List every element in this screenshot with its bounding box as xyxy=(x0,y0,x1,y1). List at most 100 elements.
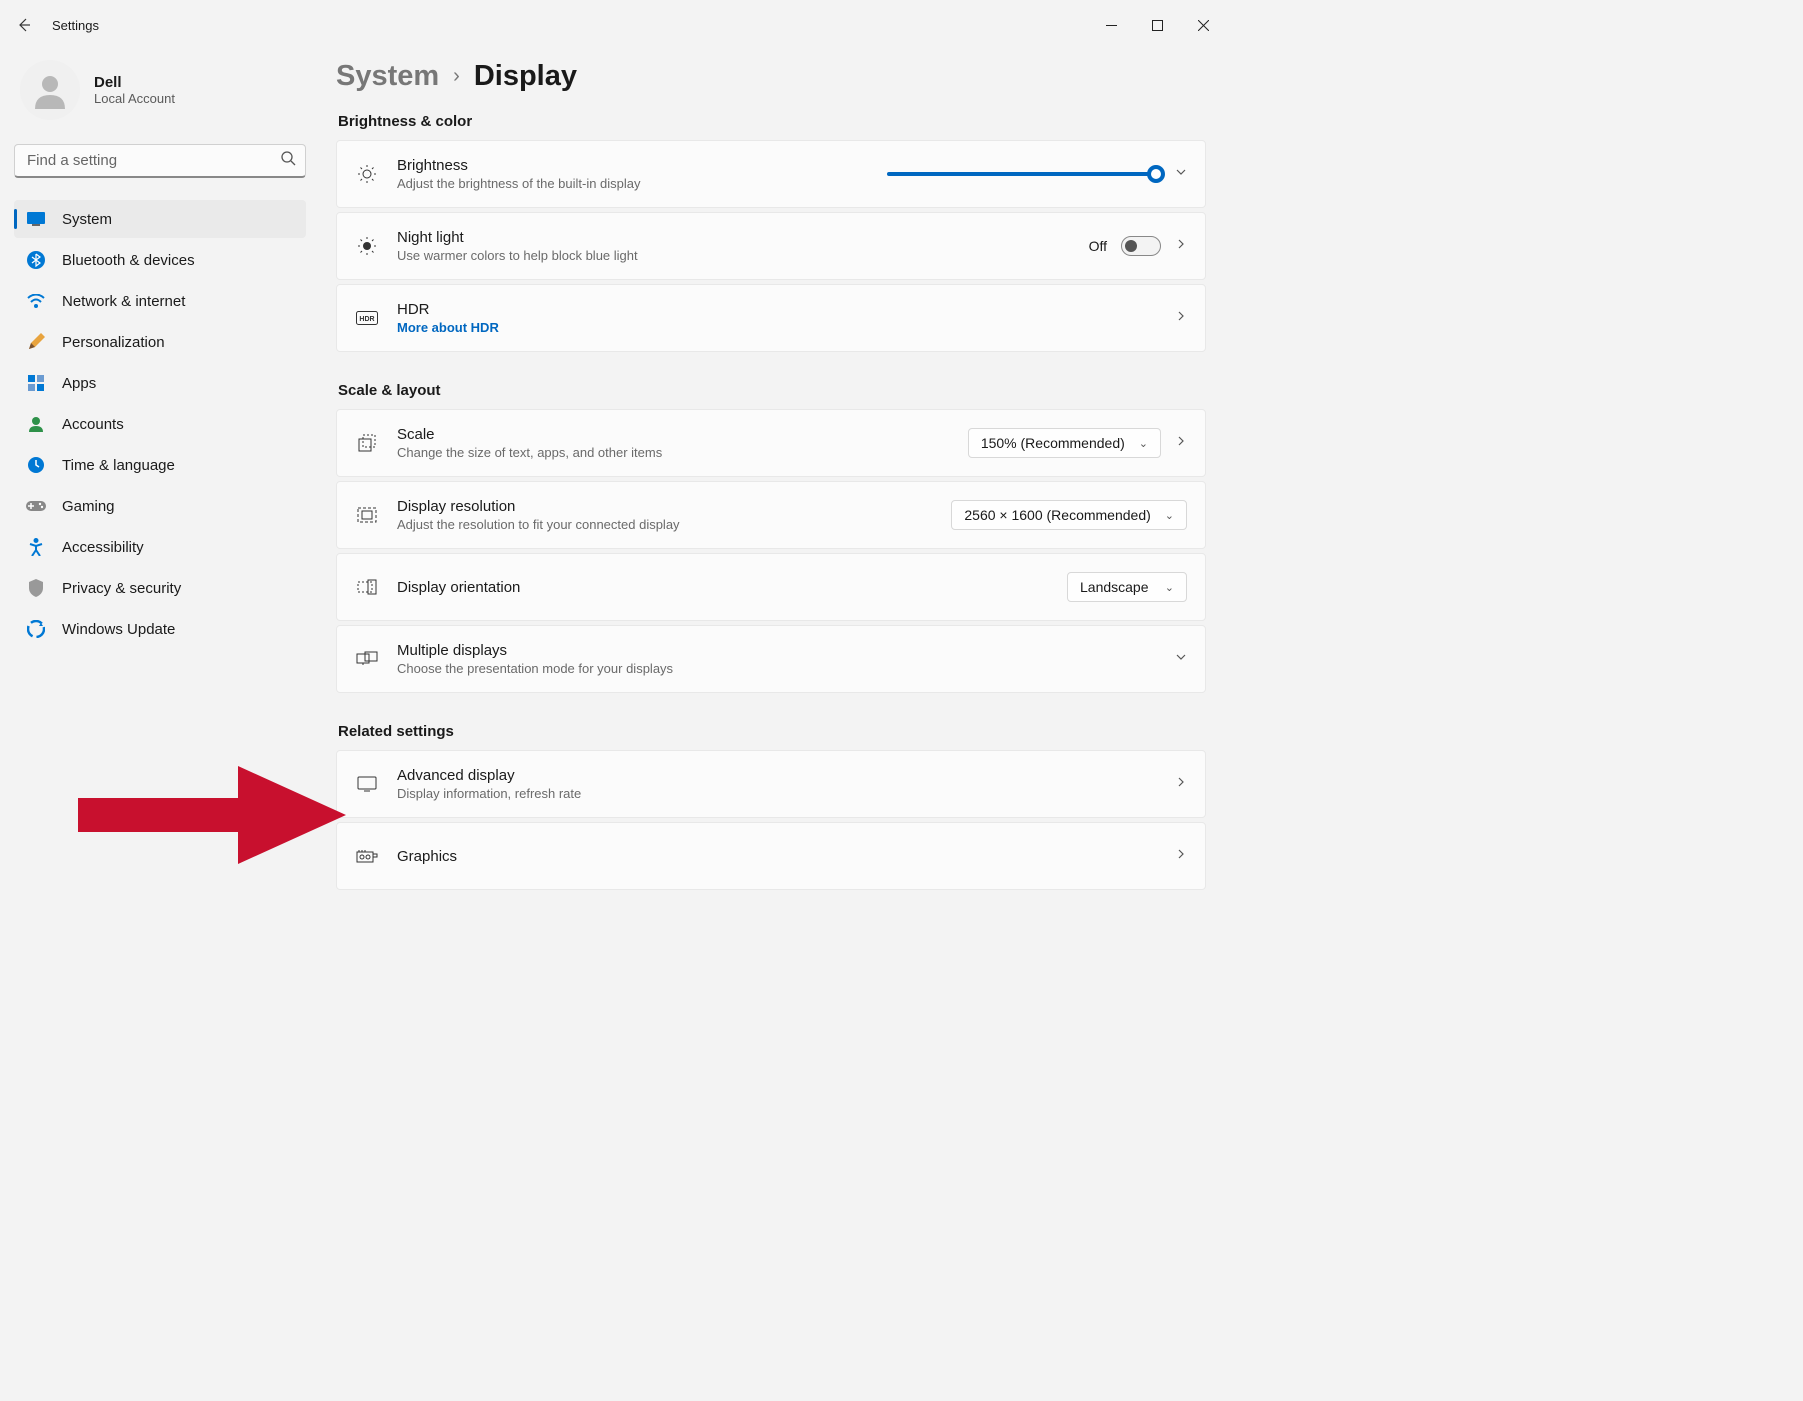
sidebar-item-label: Accounts xyxy=(62,416,124,433)
sidebar-item-accounts[interactable]: Accounts xyxy=(14,405,306,443)
card-title: Scale xyxy=(397,426,950,443)
sidebar-item-bluetooth[interactable]: Bluetooth & devices xyxy=(14,241,306,279)
multiple-displays-icon xyxy=(355,651,379,667)
card-title: Display resolution xyxy=(397,498,933,515)
personalization-icon xyxy=(26,332,46,352)
sidebar-item-label: Windows Update xyxy=(62,621,175,638)
sidebar-item-apps[interactable]: Apps xyxy=(14,364,306,402)
sidebar-item-personalization[interactable]: Personalization xyxy=(14,323,306,361)
section-title-brightness: Brightness & color xyxy=(338,113,1206,130)
night-light-toggle[interactable] xyxy=(1121,236,1161,256)
window-title: Settings xyxy=(52,18,99,33)
card-graphics[interactable]: Graphics xyxy=(336,822,1206,890)
chevron-right-icon[interactable] xyxy=(1175,775,1187,793)
titlebar: Settings xyxy=(0,0,1232,50)
toggle-state-label: Off xyxy=(1089,238,1107,254)
card-title: Multiple displays xyxy=(397,642,1157,659)
chevron-right-icon[interactable] xyxy=(1175,434,1187,452)
card-subtitle: Adjust the brightness of the built-in di… xyxy=(397,176,869,191)
person-icon xyxy=(29,69,71,111)
chevron-down-icon[interactable] xyxy=(1175,650,1187,668)
accessibility-icon xyxy=(26,537,46,557)
resolution-icon xyxy=(355,507,379,523)
card-title: Graphics xyxy=(397,848,1157,865)
sidebar-item-label: Privacy & security xyxy=(62,580,181,597)
accounts-icon xyxy=(26,414,46,434)
sidebar-item-label: Accessibility xyxy=(62,539,144,556)
card-night-light[interactable]: Night light Use warmer colors to help bl… xyxy=(336,212,1206,280)
hdr-link[interactable]: More about HDR xyxy=(397,320,1157,335)
gaming-icon xyxy=(26,496,46,516)
sidebar-item-label: Apps xyxy=(62,375,96,392)
user-block[interactable]: Dell Local Account xyxy=(14,50,306,144)
card-subtitle: Display information, refresh rate xyxy=(397,786,1157,801)
chevron-right-icon[interactable] xyxy=(1175,847,1187,865)
sidebar-item-label: Gaming xyxy=(62,498,115,515)
sidebar-item-label: Personalization xyxy=(62,334,165,351)
card-title: HDR xyxy=(397,301,1157,318)
orientation-dropdown[interactable]: Landscape ⌄ xyxy=(1067,572,1187,602)
chevron-right-icon[interactable] xyxy=(1175,309,1187,327)
sidebar-item-accessibility[interactable]: Accessibility xyxy=(14,528,306,566)
resolution-dropdown[interactable]: 2560 × 1600 (Recommended) ⌄ xyxy=(951,500,1187,530)
minimize-icon xyxy=(1106,20,1117,31)
search-input[interactable] xyxy=(14,144,306,178)
sidebar-item-label: Time & language xyxy=(62,457,175,474)
card-group-brightness: Brightness Adjust the brightness of the … xyxy=(336,140,1206,352)
monitor-icon xyxy=(355,776,379,792)
hdr-icon: HDR xyxy=(355,311,379,325)
card-subtitle: Use warmer colors to help block blue lig… xyxy=(397,248,1071,263)
sidebar-item-network[interactable]: Network & internet xyxy=(14,282,306,320)
maximize-button[interactable] xyxy=(1134,9,1180,41)
sidebar-item-system[interactable]: System xyxy=(14,200,306,238)
card-scale[interactable]: Scale Change the size of text, apps, and… xyxy=(336,409,1206,477)
chevron-right-icon[interactable] xyxy=(1175,237,1187,255)
avatar xyxy=(20,60,80,120)
brightness-slider[interactable] xyxy=(887,172,1157,176)
minimize-button[interactable] xyxy=(1088,9,1134,41)
search-box xyxy=(14,144,306,178)
breadcrumb-parent[interactable]: System xyxy=(336,60,439,93)
svg-text:HDR: HDR xyxy=(359,316,374,323)
back-button[interactable] xyxy=(6,7,42,43)
content: System › Display Brightness & color Brig… xyxy=(320,50,1232,958)
breadcrumb-current: Display xyxy=(474,60,577,93)
card-title: Advanced display xyxy=(397,767,1157,784)
chevron-down-icon[interactable] xyxy=(1175,165,1187,183)
graphics-icon xyxy=(355,849,379,863)
card-subtitle: Adjust the resolution to fit your connec… xyxy=(397,517,933,532)
close-button[interactable] xyxy=(1180,9,1226,41)
sidebar-item-privacy[interactable]: Privacy & security xyxy=(14,569,306,607)
breadcrumb: System › Display xyxy=(336,60,1206,93)
scale-dropdown[interactable]: 150% (Recommended) ⌄ xyxy=(968,428,1161,458)
brightness-icon xyxy=(355,164,379,184)
card-advanced-display[interactable]: Advanced display Display information, re… xyxy=(336,750,1206,818)
card-resolution[interactable]: Display resolution Adjust the resolution… xyxy=(336,481,1206,549)
card-brightness[interactable]: Brightness Adjust the brightness of the … xyxy=(336,140,1206,208)
card-subtitle: Change the size of text, apps, and other… xyxy=(397,445,950,460)
slider-thumb[interactable] xyxy=(1147,165,1165,183)
user-type: Local Account xyxy=(94,91,175,106)
network-icon xyxy=(26,291,46,311)
card-orientation[interactable]: Display orientation Landscape ⌄ xyxy=(336,553,1206,621)
chevron-down-icon: ⌄ xyxy=(1139,437,1148,450)
dropdown-value: Landscape xyxy=(1080,579,1149,595)
sidebar-item-update[interactable]: Windows Update xyxy=(14,610,306,648)
sidebar-item-time[interactable]: Time & language xyxy=(14,446,306,484)
chevron-down-icon: ⌄ xyxy=(1165,509,1174,522)
sidebar-item-label: Network & internet xyxy=(62,293,185,310)
scale-icon xyxy=(355,433,379,453)
bluetooth-icon xyxy=(26,250,46,270)
card-subtitle: Choose the presentation mode for your di… xyxy=(397,661,1157,676)
card-title: Night light xyxy=(397,229,1071,246)
card-group-related: Advanced display Display information, re… xyxy=(336,750,1206,890)
card-hdr[interactable]: HDR HDR More about HDR xyxy=(336,284,1206,352)
dropdown-value: 2560 × 1600 (Recommended) xyxy=(964,507,1150,523)
sidebar-item-gaming[interactable]: Gaming xyxy=(14,487,306,525)
sidebar-item-label: Bluetooth & devices xyxy=(62,252,195,269)
dropdown-value: 150% (Recommended) xyxy=(981,435,1125,451)
card-group-scale: Scale Change the size of text, apps, and… xyxy=(336,409,1206,693)
card-multiple-displays[interactable]: Multiple displays Choose the presentatio… xyxy=(336,625,1206,693)
apps-icon xyxy=(26,373,46,393)
search-icon[interactable] xyxy=(281,151,296,171)
